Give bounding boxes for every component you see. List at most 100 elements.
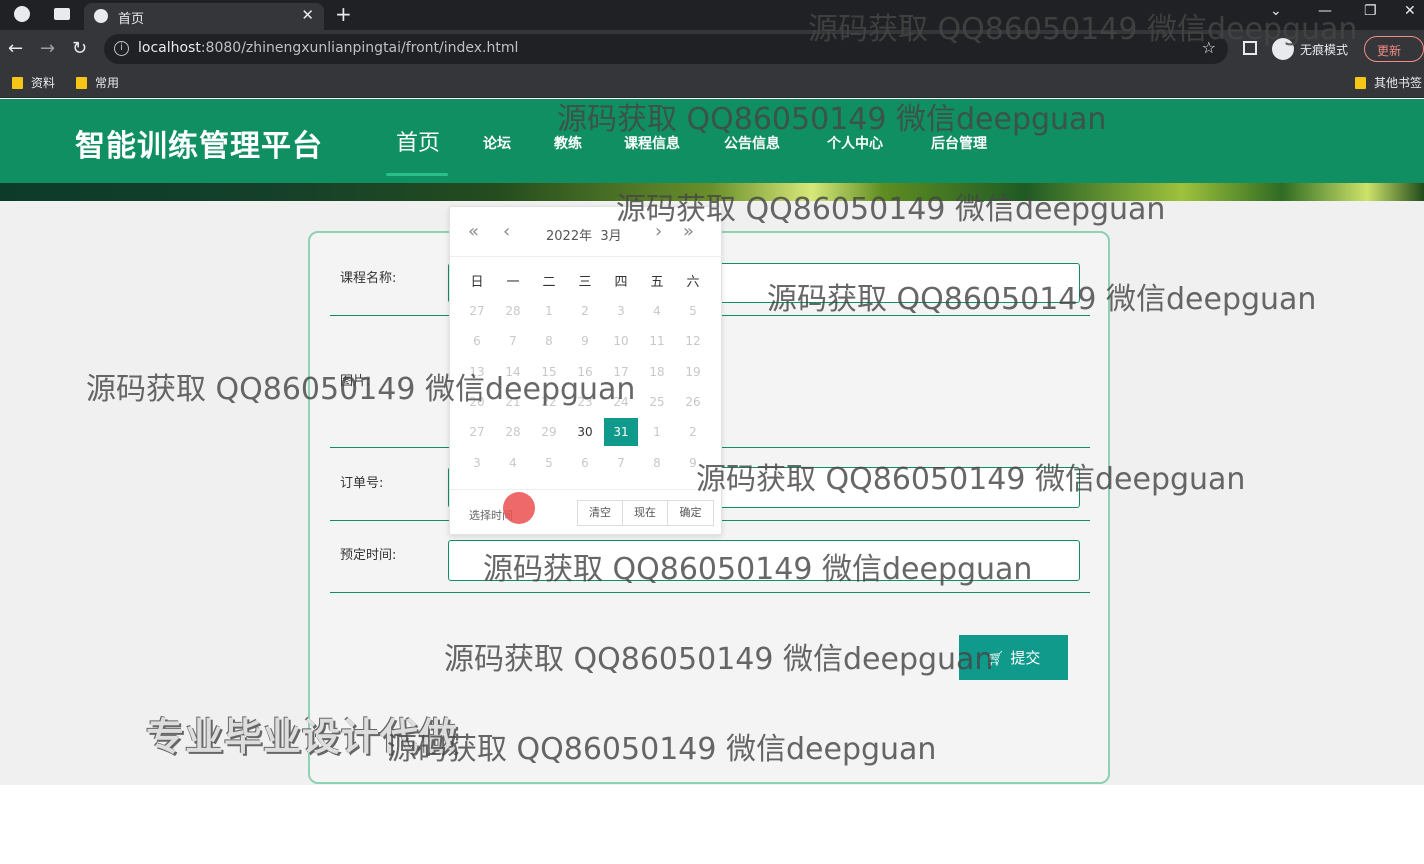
nav-forum[interactable]: 论坛 [483,133,511,153]
day-cell[interactable]: 1 [640,418,674,446]
banner-image [0,183,1424,201]
day-cell[interactable]: 3 [460,449,494,477]
weekday-label: 二 [542,275,556,290]
day-cell[interactable]: 2 [676,418,710,446]
next-year-icon[interactable]: » [683,221,694,242]
day-cell[interactable]: 28 [496,297,530,325]
nav-admin[interactable]: 后台管理 [931,133,987,153]
date-picker-header: « ‹ 2022年 3月 › » [450,207,723,257]
other-bookmarks[interactable]: 其他书签 [1355,74,1422,91]
day-cell[interactable]: 8 [532,327,566,355]
back-icon[interactable]: ← [8,38,23,59]
side-panel-icon[interactable] [1243,41,1257,55]
day-cell[interactable]: 24 [604,388,638,416]
day-cell[interactable]: 18 [640,358,674,386]
day-cell[interactable]: 19 [676,358,710,386]
reload-icon[interactable]: ↻ [72,38,87,59]
web-page: 智能训练管理平台 首页 论坛 教练 课程信息 公告信息 个人中心 后台管理 课程… [0,99,1424,864]
tab-search-icon[interactable] [54,8,70,20]
info-icon[interactable]: i [114,41,129,56]
prev-year-icon[interactable]: « [468,221,479,242]
weekday-label: 三 [578,275,592,290]
close-icon[interactable]: ✕ [301,6,314,24]
date-picker: « ‹ 2022年 3月 › » 选择时间 清空 现在 确定 日一二三四五六 27… [449,206,723,535]
weekday-label: 一 [506,275,520,290]
reserve-time-input[interactable] [448,540,1080,581]
promo-text: 专业毕业设计代做 [146,715,459,759]
window-close-icon[interactable]: ✕ [1404,3,1416,19]
folder-icon [12,77,23,89]
cart-icon: 🛒︎ [986,650,1005,666]
clear-button[interactable]: 清空 [578,501,623,525]
day-cell[interactable]: 11 [640,327,674,355]
update-button[interactable]: 更新 [1364,36,1424,62]
day-cell[interactable]: 5 [532,449,566,477]
other-bookmarks-label: 其他书签 [1374,76,1423,90]
next-month-icon[interactable]: › [655,221,662,242]
confirm-button[interactable]: 确定 [668,501,713,525]
browser-tab-bar: 首页 ✕ + ⌄ — ❐ ✕ [0,0,1424,30]
day-cell[interactable]: 6 [460,327,494,355]
day-cell[interactable]: 4 [496,449,530,477]
nav-personal-center[interactable]: 个人中心 [827,133,883,153]
day-cell[interactable]: 17 [604,358,638,386]
day-cell[interactable]: 27 [460,418,494,446]
globe-icon[interactable] [14,6,30,22]
new-tab-icon[interactable]: + [335,2,352,26]
day-cell[interactable]: 26 [676,388,710,416]
day-cell[interactable]: 8 [640,449,674,477]
nav-home[interactable]: 首页 [396,125,440,157]
day-cell[interactable]: 13 [460,358,494,386]
prev-month-icon[interactable]: ‹ [503,221,510,242]
weekday-label: 六 [686,275,700,290]
weekday-label: 四 [614,275,628,290]
day-cell[interactable]: 30 [568,418,602,446]
day-cell[interactable]: 7 [496,327,530,355]
bookmark-folder-changyong[interactable]: 常用 [76,74,119,91]
day-cell[interactable]: 2 [568,297,602,325]
picker-year[interactable]: 2022年 [546,229,592,244]
folder-icon [76,77,87,89]
browser-tab[interactable]: 首页 ✕ [84,3,324,30]
bookmark-label: 常用 [95,76,120,90]
day-cell[interactable]: 31 [604,418,638,447]
day-cell[interactable]: 6 [568,449,602,477]
day-cell[interactable]: 25 [640,388,674,416]
day-cell[interactable]: 9 [568,327,602,355]
submit-button[interactable]: 🛒︎ 提交 [959,635,1068,680]
day-cell[interactable]: 7 [604,449,638,477]
minimize-icon[interactable]: — [1318,3,1332,19]
day-cell[interactable]: 21 [496,388,530,416]
forward-icon[interactable]: → [40,38,55,59]
restore-icon[interactable]: ❐ [1364,3,1377,19]
day-cell[interactable]: 27 [460,297,494,325]
chevron-down-icon[interactable]: ⌄ [1270,3,1282,19]
url-input[interactable]: i localhost:8080/zhinengxunlianpingtai/f… [104,34,1228,64]
day-cell[interactable]: 29 [532,418,566,446]
day-cell[interactable]: 3 [604,297,638,325]
day-cell[interactable]: 28 [496,418,530,446]
divider [330,592,1090,593]
day-cell[interactable]: 5 [676,297,710,325]
favicon-icon [94,9,108,23]
nav-announcements[interactable]: 公告信息 [724,133,780,153]
day-cell[interactable]: 23 [568,388,602,416]
nav-coach[interactable]: 教练 [554,133,582,153]
tab-title: 首页 [118,12,145,27]
incognito-label: 无痕模式 [1300,43,1349,57]
bookmark-folder-ziliao[interactable]: 资料 [12,74,55,91]
now-button[interactable]: 现在 [623,501,668,525]
day-cell[interactable]: 20 [460,388,494,416]
day-cell[interactable]: 9 [676,449,710,477]
day-cell[interactable]: 16 [568,358,602,386]
star-icon[interactable]: ☆ [1202,38,1216,57]
nav-course-info[interactable]: 课程信息 [624,133,680,153]
day-cell[interactable]: 10 [604,327,638,355]
day-cell[interactable]: 14 [496,358,530,386]
day-cell[interactable]: 12 [676,327,710,355]
day-cell[interactable]: 15 [532,358,566,386]
day-cell[interactable]: 22 [532,388,566,416]
day-cell[interactable]: 1 [532,297,566,325]
picker-month[interactable]: 3月 [600,229,621,244]
day-cell[interactable]: 4 [640,297,674,325]
